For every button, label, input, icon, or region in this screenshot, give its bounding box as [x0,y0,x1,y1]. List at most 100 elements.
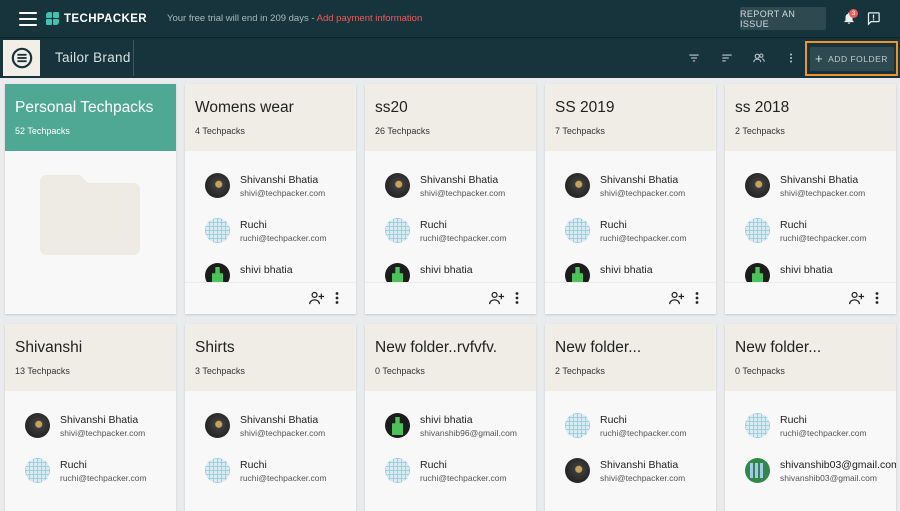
add-member-icon[interactable] [669,291,685,305]
member-item[interactable]: Shivanshi Bhatia shivi@techpacker.com [385,173,536,218]
add-folder-button[interactable]: + ADD FOLDER [809,46,894,71]
member-name: shivi bhatia [600,264,653,276]
card-header: SS 2019 7 Techpacks [545,84,716,151]
filter-icon[interactable] [687,51,701,65]
member-name: Ruchi [420,459,447,471]
member-item[interactable]: Shivanshi Bhatia shivi@techpacker.com [25,413,176,458]
techpack-count: 0 Techpacks [735,366,785,376]
folder-title: Shirts [195,339,235,356]
member-name: Shivanshi Bhatia [240,174,319,186]
member-item[interactable]: Shivanshi Bhatia shivi@techpacker.com [205,413,356,458]
hamburger-menu-icon[interactable] [19,11,37,26]
brand-name[interactable]: Tailor Brand [55,50,131,65]
avatar [385,458,410,483]
folder-card[interactable]: ss20 26 Techpacks Shivanshi Bhatia shivi@te… [365,84,536,314]
card-more-options-icon[interactable] [515,292,519,304]
avatar [385,173,410,198]
trial-text: Your free trial will end in 209 days [167,13,309,24]
brand-logo[interactable] [3,40,40,76]
add-member-icon[interactable] [849,291,865,305]
member-item[interactable]: Ruchi ruchi@techpacker.com [565,218,716,263]
member-item[interactable]: Ruchi ruchi@techpacker.com [745,218,896,263]
card-footer [185,282,356,314]
card-header: ss 2018 2 Techpacks [725,84,896,151]
techpack-count: 13 Techpacks [15,366,70,376]
member-email: ruchi@techpacker.com [780,233,867,243]
avatar [385,218,410,243]
avatar [745,458,770,483]
member-name: shivi bhatia [420,414,473,426]
techpack-count: 3 Techpacks [195,366,245,376]
member-item[interactable]: Ruchi ruchi@techpacker.com [385,218,536,263]
folder-title: New folder... [555,339,642,356]
card-header: ss20 26 Techpacks [365,84,536,151]
member-list: Shivanshi Bhatia shivi@techpacker.com Ruch… [5,391,176,503]
member-name: shivi bhatia [780,264,833,276]
avatar [745,413,770,438]
logo-text: TECHPACKER [64,12,148,25]
folder-placeholder-icon [40,175,140,255]
member-email: ruchi@techpacker.com [60,473,147,483]
member-item[interactable]: Shivanshi Bhatia shivi@techpacker.com [565,173,716,218]
members-icon[interactable] [752,51,766,65]
personal-techpacks-card[interactable]: Personal Techpacks 52 Techpacks [5,84,176,314]
member-item[interactable]: Ruchi ruchi@techpacker.com [205,218,356,263]
member-item[interactable]: Ruchi ruchi@techpacker.com [25,458,176,503]
member-email: shivi@techpacker.com [600,473,686,483]
more-options-icon[interactable] [784,51,798,65]
folder-card[interactable]: Shirts 3 Techpacks Shivanshi Bhatia shivi@t… [185,324,356,511]
member-email: shivi@techpacker.com [420,188,506,198]
member-item[interactable]: Ruchi ruchi@techpacker.com [565,413,716,458]
card-header: Shirts 3 Techpacks [185,324,356,391]
avatar [565,413,590,438]
card-more-options-icon[interactable] [695,292,699,304]
member-item[interactable]: shivanshib03@gmail.com shivanshib03@gmail… [745,458,896,503]
folder-card[interactable]: New folder..rvfvfv. 0 Techpacks shivi bhat… [365,324,536,511]
card-header: Personal Techpacks 52 Techpacks [5,84,176,151]
member-name: Ruchi [780,414,807,426]
member-name: shivi bhatia [240,264,293,276]
member-item[interactable]: Shivanshi Bhatia shivi@techpacker.com [565,458,716,503]
member-name: Shivanshi Bhatia [600,174,679,186]
card-more-options-icon[interactable] [875,292,879,304]
folder-title: Shivanshi [15,339,83,356]
brand-logo-icon [11,47,32,69]
brand-divider [133,40,134,76]
member-name: Shivanshi Bhatia [420,174,499,186]
avatar [565,218,590,243]
folder-card[interactable]: New folder... 0 Techpacks Ruchi ruchi@techp… [725,324,896,511]
member-item[interactable]: Shivanshi Bhatia shivi@techpacker.com [745,173,896,218]
techpacker-logo[interactable]: TECHPACKER [46,12,147,25]
folder-card[interactable]: ss 2018 2 Techpacks Shivanshi Bhatia shivi@… [725,84,896,314]
report-issue-button[interactable]: REPORT AN ISSUE [740,7,826,30]
folder-card[interactable]: Womens wear 4 Techpacks Shivanshi Bhatia sh… [185,84,356,314]
member-item[interactable]: Ruchi ruchi@techpacker.com [205,458,356,503]
member-name: Ruchi [60,459,87,471]
member-item[interactable]: shivi bhatia shivanshib96@gmail.com [385,413,536,458]
member-email: shivi@techpacker.com [780,188,866,198]
sort-icon[interactable] [720,51,734,65]
card-header: Shivanshi 13 Techpacks [5,324,176,391]
folder-card[interactable]: Shivanshi 13 Techpacks Shivanshi Bhatia shi… [5,324,176,511]
member-item[interactable]: Shivanshi Bhatia shivi@techpacker.com [205,173,356,218]
techpack-count: 7 Techpacks [555,126,605,136]
folder-card[interactable]: SS 2019 7 Techpacks Shivanshi Bhatia shivi@… [545,84,716,314]
avatar [205,413,230,438]
folder-title: New folder... [735,339,822,356]
member-name: Ruchi [240,459,267,471]
add-member-icon[interactable] [489,291,505,305]
folder-card[interactable]: New folder... 2 Techpacks Ruchi ruchi@techp… [545,324,716,511]
card-more-options-icon[interactable] [335,292,339,304]
member-item[interactable]: Ruchi ruchi@techpacker.com [745,413,896,458]
member-name: shivanshib03@gmail.com [780,459,896,471]
avatar [385,413,410,438]
member-name: Ruchi [240,219,267,231]
feedback-icon[interactable] [866,11,881,26]
folder-title: ss 2018 [735,99,790,116]
member-name: shivi bhatia [420,264,473,276]
add-payment-link[interactable]: Add payment information [317,13,423,24]
avatar [745,218,770,243]
member-name: Shivanshi Bhatia [240,414,319,426]
add-member-icon[interactable] [309,291,325,305]
member-item[interactable]: Ruchi ruchi@techpacker.com [385,458,536,503]
